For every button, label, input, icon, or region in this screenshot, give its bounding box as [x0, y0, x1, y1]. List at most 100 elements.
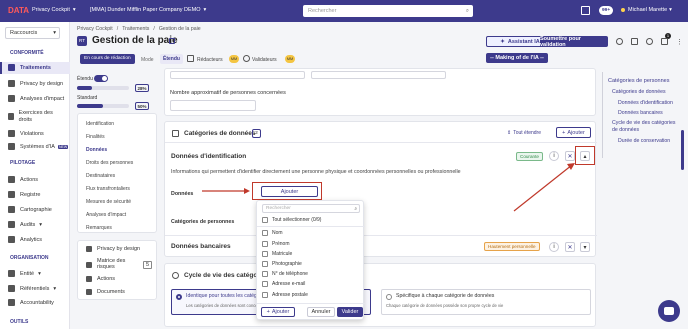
cycle-option-specific[interactable]: Spécifique à chaque catégorie de données… — [381, 289, 591, 315]
section-link[interactable]: Identification — [86, 121, 114, 127]
nav-label: Registre — [20, 191, 41, 198]
form-input[interactable] — [311, 71, 446, 79]
section-link[interactable]: Analyses d'impact — [86, 212, 126, 218]
link-privacy[interactable]: Privacy by design — [86, 246, 140, 252]
nav-item-systemes[interactable]: Systèmes d'IA NEW — [8, 143, 69, 150]
section-link[interactable]: Remarques — [86, 225, 112, 231]
validateur-avatar[interactable]: MM — [285, 55, 295, 63]
nav-item-analyses[interactable]: Analyses d'impact — [8, 95, 64, 102]
nav-item-cartographie[interactable]: Cartographie — [8, 206, 52, 213]
chevron-down-icon: ▾ — [72, 7, 76, 13]
checkbox[interactable] — [262, 217, 268, 223]
section-link[interactable]: Destinataires — [86, 173, 115, 179]
nav-item-actions[interactable]: Actions — [8, 176, 38, 183]
scrollbar-thumb[interactable] — [681, 130, 684, 170]
making-of-button[interactable]: -- Making of de l'IA -- — [486, 53, 548, 63]
nav-label: Exercices des droits — [18, 110, 53, 123]
close-icon[interactable]: ✕ — [565, 242, 575, 252]
mode-value[interactable]: Étendu — [160, 54, 183, 64]
nav-item-audits[interactable]: Audits ▾ — [8, 221, 42, 228]
redacteur-avatar[interactable]: MM — [229, 55, 239, 63]
comment-icon[interactable] — [661, 38, 668, 45]
toc-item[interactable]: Durée de conservation — [618, 138, 670, 144]
search-input[interactable]: Rechercher ⌕ — [303, 5, 473, 17]
option-item[interactable]: Adresse e-mail — [262, 281, 305, 287]
section-link[interactable]: Flux transfrontaliers — [86, 186, 130, 192]
option-item[interactable]: Matricule — [262, 251, 292, 257]
option-item[interactable]: Nom — [262, 230, 283, 236]
toc-item[interactable]: Cycle de vie des catégories de données — [612, 120, 682, 133]
chevron-down-icon: ▾ — [669, 7, 672, 13]
book-icon — [8, 191, 15, 198]
nav-item-analytics[interactable]: Analytics — [8, 236, 42, 243]
expand-all-link[interactable]: ⇕ Tout étendre — [507, 130, 541, 136]
section-link[interactable]: Mesures de sécurité — [86, 199, 131, 205]
user-name: Michael Marette — [628, 7, 668, 13]
close-icon[interactable]: ✕ — [565, 151, 575, 161]
section-link-active[interactable]: Données — [86, 147, 107, 153]
breadcrumb: Privacy Cockpit / Traitements / Gestion de… — [77, 26, 201, 32]
user-avatar[interactable] — [621, 8, 625, 12]
info-icon[interactable]: i — [549, 242, 559, 252]
option-item[interactable]: Prénom — [262, 241, 290, 247]
mode-toggle[interactable] — [94, 75, 108, 82]
radio-selected — [176, 294, 182, 300]
dropdown-add-button[interactable]: + Ajouter — [261, 307, 295, 317]
dropdown-cancel-button[interactable]: Annuler — [307, 307, 335, 317]
add-category-button[interactable]: + Ajouter — [556, 127, 591, 138]
org-switcher[interactable]: [MMA] Dunder Mifflin Paper Company DEMO ▾ — [90, 7, 206, 13]
shortcut-select[interactable]: Raccourcis ▾ — [5, 27, 60, 39]
progress-value-standard: 50% — [135, 102, 149, 110]
breadcrumb-separator: / — [153, 26, 155, 32]
chevron-down-icon[interactable]: ▾ — [580, 242, 590, 252]
app-switcher[interactable]: Privacy Cockpit ▾ — [32, 7, 76, 13]
nav-item-violations[interactable]: Violations — [8, 130, 44, 137]
select-all-option[interactable]: Tout sélectionner (0/9) — [262, 217, 321, 223]
option-item[interactable]: Adresse postale — [262, 292, 308, 298]
dropdown-search-input[interactable]: Rechercher ⌕ — [262, 204, 360, 213]
user-menu[interactable]: Michael Marette ▾ — [628, 7, 672, 13]
nav-item-entite[interactable]: Entité ▾ — [8, 270, 41, 277]
nav-item-referentiels[interactable]: Référentiels ▾ — [8, 285, 56, 292]
checkbox[interactable] — [262, 292, 268, 298]
link-risques[interactable]: Matrice des risques 5 — [86, 258, 152, 270]
checkbox[interactable] — [262, 251, 268, 257]
link-actions[interactable]: Actions — [86, 276, 115, 282]
checkbox[interactable] — [262, 271, 268, 277]
edit-icon[interactable] — [169, 38, 175, 44]
section-link[interactable]: Finalités — [86, 134, 105, 140]
logo[interactable]: DATA — [8, 6, 29, 15]
nav-item-exercices[interactable]: Exercices des droits — [8, 110, 58, 123]
nav-item-accountability[interactable]: Accountability — [8, 299, 54, 306]
info-icon[interactable]: i — [549, 151, 559, 161]
section-link[interactable]: Droits des personnes — [86, 160, 133, 166]
dropdown-validate-button[interactable]: Valider — [337, 307, 363, 317]
toc-item[interactable]: Données bancaires — [618, 110, 663, 116]
chat-button[interactable] — [658, 300, 680, 322]
link-documents[interactable]: Documents — [86, 289, 125, 295]
nav-item-privacy[interactable]: Privacy by design — [8, 80, 63, 87]
bell-icon[interactable] — [581, 6, 590, 15]
nav-item-registre[interactable]: Registre — [8, 191, 40, 198]
form-input[interactable] — [170, 71, 305, 79]
option-item[interactable]: Photographie — [262, 261, 302, 267]
checkbox[interactable] — [262, 230, 268, 236]
submit-validation-button[interactable]: Soumettre pour validation — [540, 36, 608, 48]
notification-badge[interactable]: 99+ — [599, 6, 614, 15]
more-icon[interactable]: ⋮ — [676, 38, 683, 46]
copy-icon[interactable] — [631, 38, 638, 45]
divider — [257, 226, 365, 227]
approx-input[interactable] — [170, 100, 256, 111]
toc-item[interactable]: Catégories de données — [612, 89, 666, 95]
checkbox[interactable] — [262, 261, 268, 267]
history-icon[interactable] — [646, 38, 653, 45]
toc-item[interactable]: Catégories de personnes — [608, 78, 669, 84]
breadcrumb-parent[interactable]: Traitements — [122, 26, 149, 32]
toc-item[interactable]: Données d'identification — [618, 100, 673, 106]
checkbox[interactable] — [262, 241, 268, 247]
nav-item-traitements[interactable]: Traitements — [8, 64, 51, 71]
option-item[interactable]: N° de téléphone — [262, 271, 308, 277]
checkbox[interactable] — [262, 281, 268, 287]
breadcrumb-home[interactable]: Privacy Cockpit — [77, 26, 113, 32]
eye-icon[interactable] — [616, 38, 623, 45]
